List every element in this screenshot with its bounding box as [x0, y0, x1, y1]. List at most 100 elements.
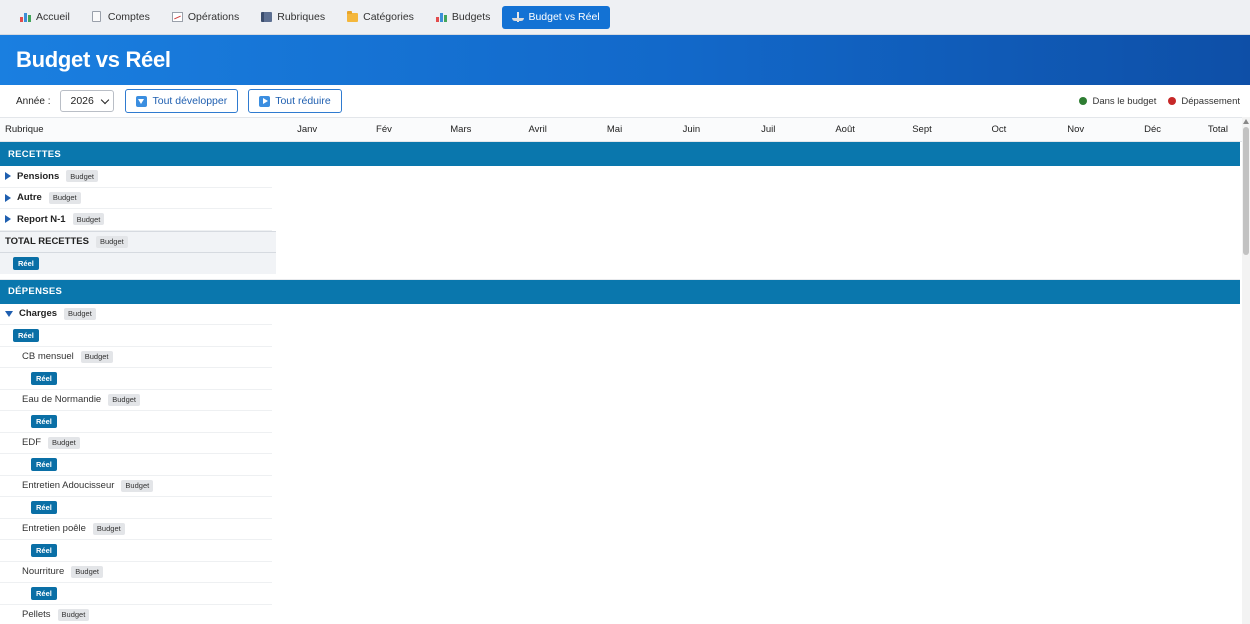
column-header-month: Sept	[912, 124, 932, 135]
year-label: Année :	[16, 95, 51, 107]
scroll-up-icon[interactable]	[1243, 119, 1249, 124]
legend-in-budget-label: Dans le budget	[1092, 95, 1157, 107]
budget-badge: Budget	[57, 608, 90, 621]
budget-badge: Budget	[92, 522, 125, 535]
reel-row: Réel	[0, 540, 272, 562]
caret-right-icon[interactable]	[5, 193, 11, 202]
table-row[interactable]: Pensions Budget	[0, 166, 272, 188]
table-row[interactable]: Charges Budget	[0, 304, 272, 325]
budget-badge: Budget	[48, 436, 80, 449]
collapse-all-button[interactable]: Tout réduire	[248, 89, 342, 113]
scrollbar-thumb[interactable]	[1243, 127, 1249, 255]
table-row: Pellets Budget	[0, 605, 272, 624]
budget-badge: Budget	[80, 350, 113, 363]
collapse-all-label: Tout réduire	[275, 95, 331, 107]
caret-right-icon[interactable]	[5, 215, 11, 224]
nav-budgets[interactable]: Budgets	[426, 6, 501, 29]
budget-badge: Budget	[108, 393, 140, 406]
column-header-month: Fév	[376, 124, 392, 135]
table-row: Eau de Normandie Budget	[0, 390, 272, 411]
reel-badge: Réel	[31, 414, 57, 428]
caret-down-icon[interactable]	[5, 310, 13, 317]
nav-categories[interactable]: Catégories	[337, 6, 424, 29]
reel-row: Réel	[0, 325, 272, 347]
collapse-icon	[259, 95, 271, 107]
bar-chart-icon	[435, 12, 447, 22]
row-label: Autre	[17, 192, 42, 204]
bar-chart-icon	[20, 12, 31, 22]
reel-row: Réel	[0, 411, 272, 433]
nav-comptes[interactable]: Comptes	[82, 6, 160, 29]
reel-badge: Réel	[13, 256, 39, 270]
table-row: Entretien poêle Budget	[0, 519, 272, 540]
row-label: Pellets	[22, 609, 51, 621]
row-label: CB mensuel	[22, 351, 74, 363]
budget-table: Rubrique Janv Fév Mars Avril Mai Juin Ju…	[0, 117, 1250, 624]
column-header-month: Juil	[761, 124, 776, 135]
vertical-scrollbar[interactable]	[1242, 117, 1250, 624]
nav-accueil[interactable]: Accueil	[10, 6, 80, 29]
year-select[interactable]: 2026	[60, 90, 115, 112]
year-value: 2026	[70, 95, 94, 107]
toolbar: Année : 2026 Tout développer Tout réduir…	[0, 85, 1250, 117]
column-header-month: Mai	[606, 124, 623, 135]
nav-rubriques[interactable]: Rubriques	[251, 6, 335, 29]
row-label: Eau de Normandie	[22, 394, 102, 406]
budget-badge: Budget	[95, 235, 128, 248]
green-dot-icon	[1079, 97, 1088, 105]
expand-icon	[136, 95, 148, 107]
legend-in-budget: Dans le budget	[1079, 96, 1156, 107]
reel-row: Réel	[0, 583, 272, 605]
table-row: CB mensuel Budget	[0, 347, 272, 368]
reel-row: Réel	[0, 454, 272, 476]
table-row: Entretien Adoucisseur Budget	[0, 476, 272, 497]
top-nav: Accueil Comptes Opérations Rubriques Cat…	[0, 0, 1250, 35]
table-row[interactable]: Report N-1 Budget	[0, 209, 272, 231]
reel-row: Réel	[0, 497, 272, 519]
row-label: Entretien Adoucisseur	[22, 480, 115, 492]
reel-badge: Réel	[31, 543, 57, 557]
row-label: Pensions	[17, 170, 60, 182]
section-recettes: RECETTES	[0, 142, 1240, 166]
red-dot-icon	[1168, 97, 1177, 105]
row-label: Entretien poêle	[22, 523, 86, 535]
reel-badge: Réel	[31, 457, 57, 471]
column-header-month: Nov	[1067, 124, 1085, 135]
column-header-month: Avril	[528, 124, 547, 135]
table-row: Nourriture Budget	[0, 562, 272, 583]
column-header-month: Janv	[297, 124, 318, 135]
column-header-month: Déc	[1144, 124, 1161, 135]
nav-label: Accueil	[36, 11, 70, 23]
expand-all-button[interactable]: Tout développer	[125, 89, 239, 113]
row-label: Charges	[19, 308, 58, 320]
reel-badge: Réel	[31, 500, 57, 514]
total-recettes-reel-row: Réel	[0, 252, 276, 274]
nav-operations[interactable]: Opérations	[162, 6, 249, 29]
total-recettes-row: TOTAL RECETTES Budget	[0, 230, 276, 253]
total-recettes-label: TOTAL RECETTES	[5, 236, 89, 247]
nav-label: Comptes	[107, 11, 150, 23]
budget-badge: Budget	[64, 307, 96, 320]
document-icon	[91, 11, 101, 22]
table-header: Rubrique Janv Fév Mars Avril Mai Juin Ju…	[0, 117, 1250, 142]
column-header-rubrique: Rubrique	[5, 124, 44, 135]
reel-badge: Réel	[31, 586, 57, 600]
row-label: EDF	[22, 437, 41, 449]
legend-over-label: Dépassement	[1181, 95, 1240, 107]
reel-row: Réel	[0, 368, 272, 390]
column-header-month: Mars	[450, 124, 472, 135]
section-depenses: DÉPENSES	[0, 279, 1240, 304]
column-header-month: Août	[835, 124, 855, 135]
nav-budget-vs-reel[interactable]: Budget vs Réel	[502, 5, 610, 29]
scale-icon	[512, 12, 525, 22]
table-row[interactable]: Autre Budget	[0, 188, 272, 209]
budget-badge: Budget	[121, 479, 154, 492]
folder-icon	[347, 11, 359, 22]
caret-right-icon[interactable]	[5, 172, 11, 181]
legend: Dans le budget Dépassement	[1079, 96, 1240, 107]
nav-label: Catégories	[363, 11, 414, 23]
page-banner: Budget vs Réel	[0, 35, 1250, 85]
expand-all-label: Tout développer	[152, 95, 228, 107]
nav-label: Opérations	[187, 11, 240, 23]
nav-label: Budgets	[451, 11, 491, 23]
